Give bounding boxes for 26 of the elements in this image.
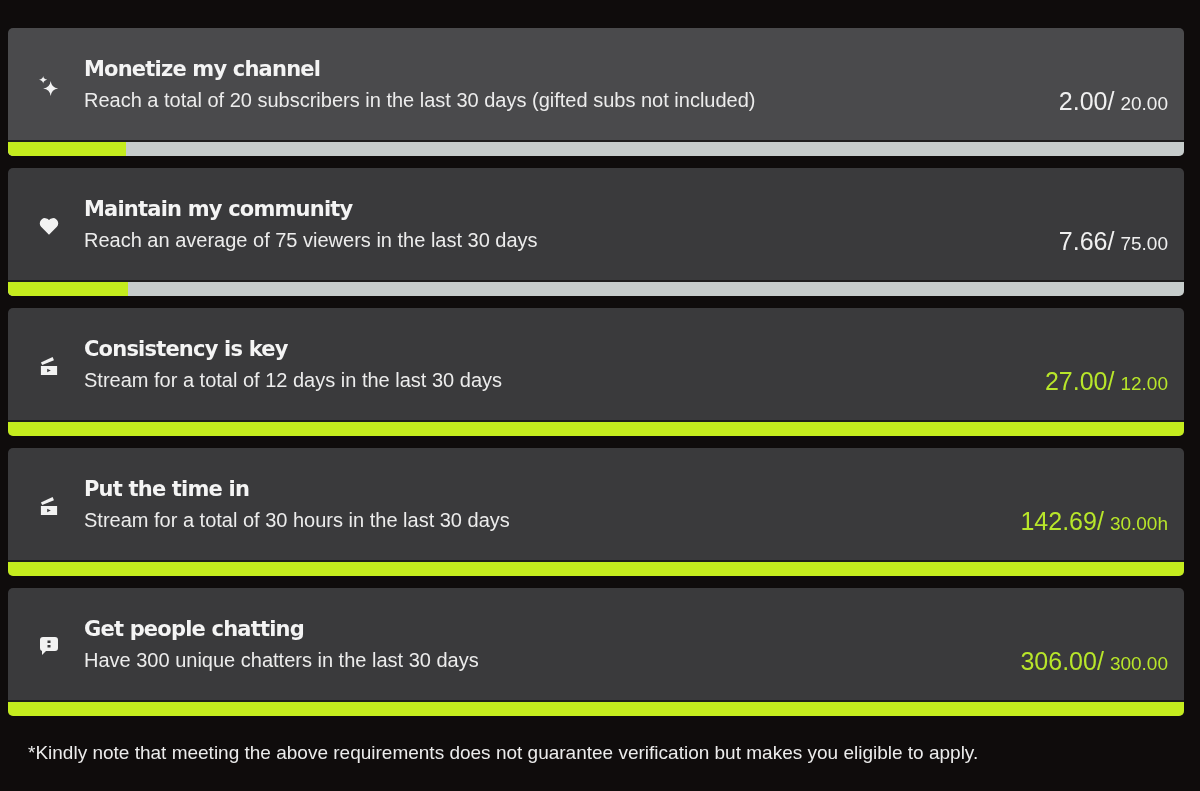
clapperboard-icon xyxy=(40,497,58,515)
goal-description: Have 300 unique chatters in the last 30 days xyxy=(84,648,479,672)
chat-icon xyxy=(39,636,59,656)
target-value: 300.00 xyxy=(1109,652,1168,675)
current-value: 2.00/ xyxy=(1058,86,1115,116)
goal-title: Monetize my channel xyxy=(84,56,321,81)
heart-icon xyxy=(39,217,59,235)
current-value: 142.69/ xyxy=(1020,506,1104,536)
target-value: 12.00 xyxy=(1120,372,1168,395)
current-value: 306.00/ xyxy=(1020,646,1104,676)
footnote: *Kindly note that meeting the above requirements does not guarantee verification but makes you eligible to apply. xyxy=(28,742,979,764)
goal-title: Consistency is key xyxy=(84,336,288,361)
current-value: 27.00/ xyxy=(1044,366,1115,396)
target-value: 75.00 xyxy=(1120,232,1168,255)
target-value: 20.00 xyxy=(1120,92,1168,115)
target-value: 30.00h xyxy=(1109,512,1168,535)
goal-description: Reach a total of 20 subscribers in the last 30 days (gifted subs not included) xyxy=(84,88,756,112)
current-value: 7.66/ xyxy=(1058,226,1115,256)
goal-description: Stream for a total of 12 days in the last 30 days xyxy=(84,368,502,392)
goal-description: Reach an average of 75 viewers in the last 30 days xyxy=(84,228,538,252)
goal-description: Stream for a total of 30 hours in the last 30 days xyxy=(84,508,510,532)
sparkle-icon xyxy=(39,76,59,96)
goal-title: Maintain my community xyxy=(84,196,353,221)
goal-title: Put the time in xyxy=(84,476,250,501)
clapperboard-icon xyxy=(40,357,58,375)
goal-title: Get people chatting xyxy=(84,616,304,641)
